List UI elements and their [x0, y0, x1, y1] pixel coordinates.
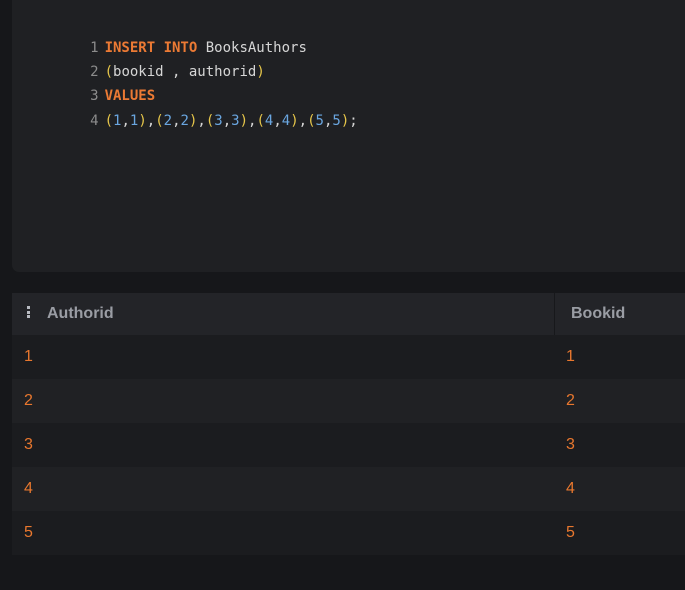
code-token-txt: ,: [197, 113, 206, 129]
cell-bookid: 1: [566, 348, 575, 365]
code-token-paren: (: [256, 113, 265, 129]
code-token-txt: ,: [273, 113, 282, 129]
grid-header: Authorid Bookid: [12, 293, 685, 335]
code-token-txt: ;: [349, 113, 358, 129]
code-line-1: 1 INSERT INTO BooksAuthors: [36, 15, 307, 56]
sql-editor[interactable]: 1 INSERT INTO BooksAuthors 2 (bookid , aut…: [12, 0, 685, 272]
code-token-paren: ): [290, 113, 299, 129]
line-number: 4: [90, 113, 99, 129]
cell-bookid: 3: [566, 436, 575, 453]
cell-bookid: 4: [566, 480, 575, 497]
cell-authorid: 5: [24, 524, 33, 541]
cell-authorid: 1: [24, 348, 33, 365]
code-token-num: 2: [163, 113, 173, 129]
table-row[interactable]: 3 3: [12, 423, 685, 467]
code-token-txt: ,: [298, 113, 308, 129]
table-row[interactable]: 1 1: [12, 335, 685, 379]
code-token-paren: (: [307, 113, 316, 129]
code-token-num: 5: [332, 113, 341, 129]
code-token-txt: ,: [172, 113, 181, 129]
code-token-paren: ): [340, 113, 350, 129]
cell-bookid: 5: [566, 524, 575, 541]
code-token-paren: ): [138, 113, 147, 129]
code-token-num: 2: [180, 113, 189, 129]
code-token-paren: (: [104, 113, 114, 129]
column-menu-icon[interactable]: [25, 306, 31, 318]
code-token-num: 3: [214, 113, 223, 129]
table-row[interactable]: 2 2: [12, 379, 685, 423]
code-token-paren: ): [239, 113, 249, 129]
code-line-4: 4 (1,1),(2,2),(3,3),(4,4),(5,5);: [36, 88, 358, 129]
code-token-txt: ,: [222, 113, 232, 129]
cell-authorid: 2: [24, 392, 33, 409]
table-row[interactable]: 5 5: [12, 511, 685, 555]
code-token-paren: (: [205, 113, 215, 129]
code-token-num: 3: [231, 113, 240, 129]
column-header-label: Bookid: [571, 305, 626, 322]
cell-authorid: 4: [24, 480, 33, 497]
table-row[interactable]: 4 4: [12, 467, 685, 511]
column-header-bookid[interactable]: Bookid: [555, 293, 685, 335]
cell-authorid: 3: [24, 436, 33, 453]
code-token-txt: ,: [121, 113, 130, 129]
results-grid: Authorid Bookid 1 1 2 2 3 3 4 4 5 5: [12, 293, 685, 555]
code-token-paren: ): [256, 64, 265, 80]
column-header-authorid[interactable]: Authorid: [12, 293, 555, 335]
code-token-txt: ,: [146, 113, 156, 129]
code-token-paren: (: [155, 113, 164, 129]
code-token-num: 4: [281, 113, 291, 129]
code-line-3: 3 VALUES: [36, 63, 155, 104]
code-token-num: 5: [315, 113, 324, 129]
column-header-label: Authorid: [47, 305, 114, 322]
code-tokens: (1,1),(2,2),(3,3),(4,4),(5,5);: [105, 113, 358, 129]
code-line-2: 2 (bookid , authorid): [36, 39, 265, 80]
app-page: 1 INSERT INTO BooksAuthors 2 (bookid , aut…: [0, 0, 685, 590]
cell-bookid: 2: [566, 392, 575, 409]
